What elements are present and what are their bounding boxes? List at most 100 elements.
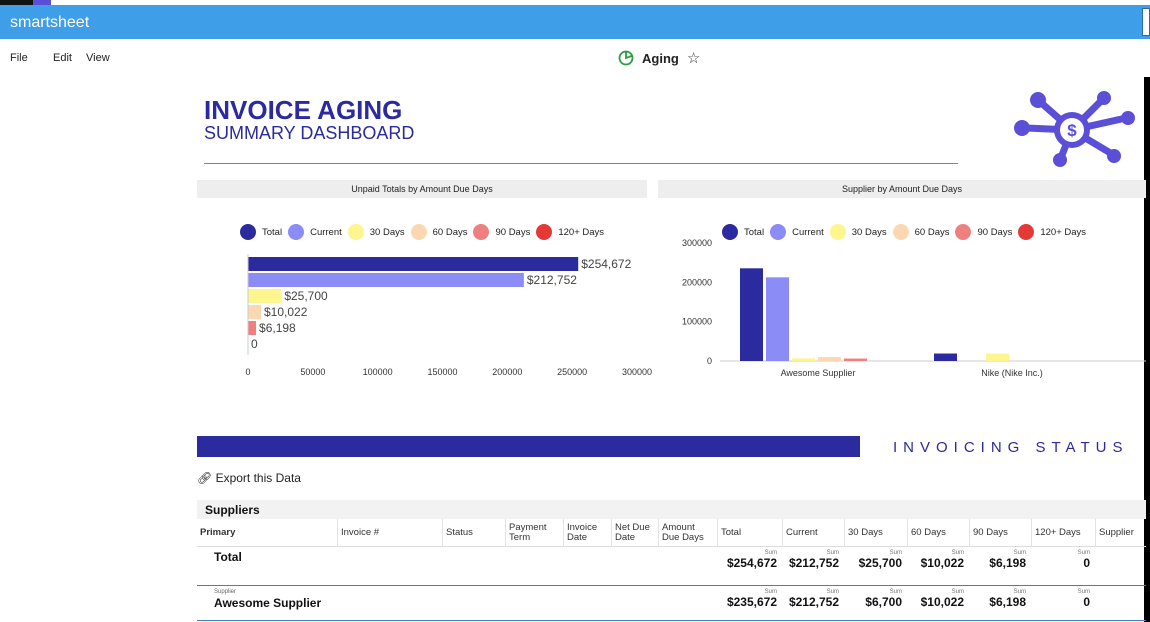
- sheet-title: Aging ☆: [618, 49, 700, 67]
- y-tick-label: 0: [707, 356, 712, 366]
- status-heading: INVOICING STATUS: [893, 439, 1129, 456]
- sum-cell[interactable]: Sum $235,672: [717, 589, 777, 609]
- column-header[interactable]: Supplier: [1095, 519, 1146, 547]
- sum-cell[interactable]: Sum $25,700: [844, 550, 902, 570]
- x-tick-label: 250000: [557, 367, 587, 377]
- row-primary-label: Total: [214, 550, 242, 564]
- bar: [818, 357, 841, 361]
- sum-cell[interactable]: Sum $254,672: [717, 550, 777, 570]
- column-header[interactable]: 120+ Days: [1031, 519, 1095, 547]
- bar: [248, 257, 579, 271]
- link-icon: 🔗︎: [197, 471, 213, 485]
- chart1-legend: Total Current 30 Days 60 Days 90 Days 120+ Da…: [240, 224, 610, 240]
- legend-item[interactable]: 30 Days: [347, 224, 405, 240]
- sum-value: $6,700: [865, 595, 902, 609]
- menu-bar: File Edit View Aging ☆: [0, 39, 1150, 77]
- sum-cell[interactable]: Sum $10,022: [907, 550, 964, 570]
- chart1-plot: $254,672$212,752$25,700$10,022$6,19800 50…: [245, 254, 652, 377]
- y-tick-label: 100000: [682, 317, 712, 327]
- legend-label: 120+ Days: [558, 226, 605, 238]
- sum-cell[interactable]: Sum $6,198: [969, 550, 1026, 570]
- row-group-label: Supplier: [214, 589, 237, 595]
- sum-value: $6,198: [989, 595, 1026, 609]
- sum-value: $10,022: [920, 556, 964, 570]
- x-tick-label: 300000: [622, 367, 652, 377]
- bar: [248, 321, 257, 335]
- menu-edit[interactable]: Edit: [53, 52, 72, 64]
- column-header[interactable]: 30 Days: [844, 519, 907, 547]
- legend-swatch: [536, 224, 553, 240]
- sum-value: $25,700: [858, 556, 902, 570]
- sum-cell[interactable]: Sum $6,700: [844, 589, 902, 609]
- legend-label: 90 Days: [495, 226, 531, 238]
- search-box[interactable]: [1142, 8, 1150, 36]
- column-header[interactable]: Invoice #: [337, 519, 442, 547]
- sum-cell[interactable]: Sum 0: [1031, 589, 1090, 609]
- legend-item[interactable]: Current: [288, 224, 342, 240]
- column-header[interactable]: Primary: [197, 519, 337, 547]
- bar-value-label: $10,022: [264, 305, 308, 319]
- legend-item[interactable]: 60 Days: [410, 224, 468, 240]
- menu-view[interactable]: View: [86, 52, 110, 64]
- legend-swatch: [288, 224, 305, 240]
- sum-cell[interactable]: Sum 0: [1031, 550, 1090, 570]
- menu-file[interactable]: File: [10, 52, 28, 64]
- sum-value: $212,752: [788, 556, 839, 570]
- sum-value: $10,022: [920, 595, 964, 609]
- legend-label: Total: [262, 226, 283, 238]
- legend-item[interactable]: Total: [240, 224, 282, 240]
- money-network-logo-icon: $: [1014, 91, 1135, 167]
- x-tick-label: Awesome Supplier: [781, 368, 856, 378]
- chart2-title: Supplier by Amount Due Days: [658, 180, 1146, 198]
- sum-cell[interactable]: Sum $10,022: [907, 589, 964, 609]
- sum-cell[interactable]: Sum $212,752: [782, 589, 839, 609]
- sum-value: $212,752: [788, 595, 839, 609]
- legend-label: Current: [310, 226, 342, 238]
- column-header[interactable]: 90 Days: [969, 519, 1031, 547]
- table-row[interactable]: Supplier Awesome Supplier Sum $235,672 Sum $2…: [197, 585, 1146, 621]
- sum-value: $235,672: [726, 595, 777, 609]
- bar-value-label: $212,752: [527, 273, 577, 287]
- bar-value-label: $25,700: [284, 289, 328, 303]
- bar: [248, 273, 524, 287]
- table-header: Primary Invoice # Status Payment Term Invoic…: [197, 519, 1146, 547]
- sum-cell[interactable]: Sum $212,752: [782, 550, 839, 570]
- x-tick-label: 150000: [427, 367, 457, 377]
- header-divider: [204, 163, 958, 164]
- y-tick-label: 200000: [682, 277, 712, 287]
- x-tick-label: Nike (Nike Inc.): [981, 368, 1043, 378]
- bar: [248, 305, 261, 319]
- export-data-link[interactable]: 🔗︎ Export this Data: [197, 471, 301, 485]
- x-tick-label: 50000: [300, 367, 325, 377]
- column-header[interactable]: Current: [782, 519, 844, 547]
- export-label: Export this Data: [215, 471, 301, 485]
- legend-item[interactable]: 120+ Days: [536, 224, 604, 240]
- bar-value-label: $254,672: [581, 257, 631, 271]
- app-window: smartsheet File Edit View Aging ☆ INVOIC…: [0, 0, 1150, 622]
- column-header[interactable]: 60 Days: [907, 519, 969, 547]
- sum-value: $6,198: [989, 556, 1026, 570]
- row-primary-label: Awesome Supplier: [214, 596, 322, 610]
- brand-logo[interactable]: smartsheet: [10, 14, 89, 32]
- legend-label: 60 Days: [432, 226, 468, 238]
- column-header[interactable]: Total: [717, 519, 782, 547]
- column-header[interactable]: Invoice Date: [563, 519, 611, 547]
- legend-swatch: [347, 224, 364, 240]
- bar: [792, 358, 815, 361]
- column-header[interactable]: Payment Term: [505, 519, 563, 547]
- column-header[interactable]: Net Due Date: [611, 519, 658, 547]
- x-tick-label: 200000: [492, 367, 522, 377]
- column-header[interactable]: Amount Due Days: [658, 519, 717, 547]
- dashboard-title: INVOICE AGING: [204, 95, 403, 125]
- sum-cell[interactable]: Sum $6,198: [969, 589, 1026, 609]
- column-header[interactable]: Status: [442, 519, 505, 547]
- dashboard-subtitle: SUMMARY DASHBOARD: [204, 123, 415, 143]
- legend-item[interactable]: 90 Days: [473, 224, 530, 240]
- dashboard-icon: [618, 50, 634, 66]
- sum-value: 0: [1083, 595, 1090, 609]
- favorite-star-icon[interactable]: ☆: [687, 49, 700, 67]
- legend-swatch: [240, 224, 256, 240]
- status-banner: [197, 436, 860, 457]
- bar-value-label: $6,198: [259, 321, 296, 335]
- table-row[interactable]: Total Sum $254,672 Sum $212,752 Sum $25,700 Sum…: [197, 547, 1146, 583]
